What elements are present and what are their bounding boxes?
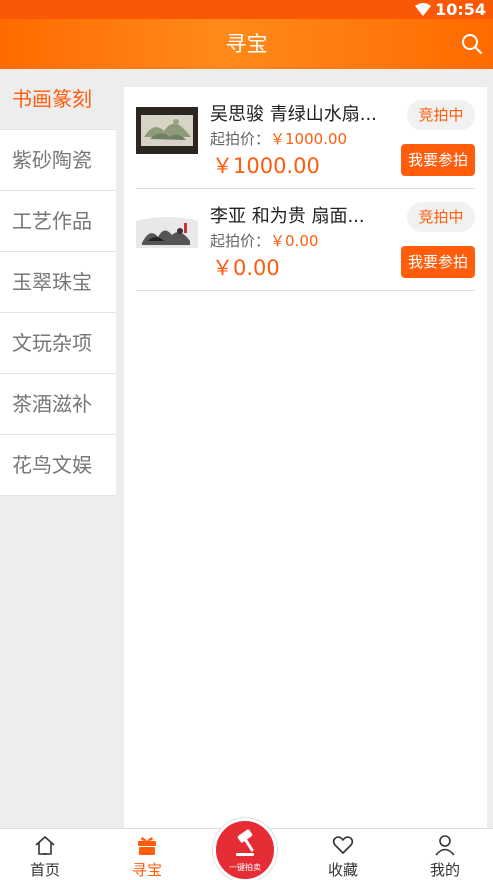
sidebar-item-calligraphy[interactable]: 书画篆刻: [0, 69, 116, 130]
tab-label: 寻宝: [131, 861, 162, 879]
status-badge: 竞拍中: [407, 100, 475, 130]
sidebar-item-crafts[interactable]: 工艺作品: [0, 191, 116, 252]
sidebar-item-jewelry[interactable]: 玉翠珠宝: [0, 252, 116, 313]
join-bid-button[interactable]: 我要参拍: [401, 246, 475, 278]
tab-favorites[interactable]: 收藏: [303, 829, 383, 880]
lot-thumbnail[interactable]: [136, 217, 198, 248]
status-bar: 10:54: [0, 0, 493, 19]
list-item[interactable]: 李亚 和为贵 扇面... 起拍价：￥0.00 ￥0.00 竞拍中 我要参拍: [136, 189, 475, 291]
sidebar-item-flowers-birds[interactable]: 花鸟文娱: [0, 435, 116, 496]
lot-current-price: ￥0.00: [212, 256, 280, 280]
lot-start-price-row: 起拍价：￥1000.00: [210, 128, 347, 149]
search-icon[interactable]: [461, 33, 483, 55]
category-sidebar: 书画篆刻 紫砂陶瓷 工艺作品 玉翠珠宝 文玩杂项 茶酒滋补 花鸟文娱: [0, 69, 116, 496]
start-price-label: 起拍价：: [210, 232, 271, 250]
user-icon: [435, 835, 455, 856]
join-bid-button[interactable]: 我要参拍: [401, 144, 475, 176]
wifi-icon: [415, 3, 431, 16]
lot-start-price-row: 起拍价：￥0.00: [210, 230, 318, 251]
sidebar-item-ceramics[interactable]: 紫砂陶瓷: [0, 130, 116, 191]
start-price-label: 起拍价：: [210, 130, 271, 148]
lot-name[interactable]: 吴思骏 青绿山水扇...: [210, 100, 377, 126]
status-badge: 竞拍中: [407, 202, 475, 232]
sidebar-item-curios[interactable]: 文玩杂项: [0, 313, 116, 374]
list-item[interactable]: 吴思骏 青绿山水扇... 起拍价：￥1000.00 ￥1000.00 竞拍中 我…: [136, 87, 475, 189]
gavel-icon: [236, 829, 254, 856]
status-time: 10:54: [435, 0, 486, 19]
page-title: 寻宝: [225, 32, 268, 56]
content-top-gap: [124, 69, 487, 87]
tab-treasure[interactable]: 寻宝: [107, 829, 187, 880]
tab-label: 我的: [429, 861, 460, 879]
lot-name[interactable]: 李亚 和为贵 扇面...: [210, 202, 365, 228]
content-right-gap: [487, 69, 493, 828]
tab-home[interactable]: 首页: [5, 829, 85, 880]
lot-current-price: ￥1000.00: [212, 154, 320, 178]
tab-label: 收藏: [327, 861, 358, 879]
tab-label: 首页: [29, 861, 60, 879]
lot-thumbnail[interactable]: [136, 107, 198, 154]
lot-list: 吴思骏 青绿山水扇... 起拍价：￥1000.00 ￥1000.00 竞拍中 我…: [124, 87, 487, 828]
heart-icon: [332, 836, 354, 854]
one-click-auction-button[interactable]: 一键拍卖: [213, 818, 277, 880]
header: 寻宝: [0, 19, 493, 69]
start-price-value: ￥0.00: [270, 232, 319, 250]
start-price-value: ￥1000.00: [270, 130, 348, 148]
home-icon: [35, 836, 55, 855]
sidebar-item-tea-wine[interactable]: 茶酒滋补: [0, 374, 116, 435]
gift-icon: [138, 837, 156, 855]
center-button-label: 一键拍卖: [229, 863, 261, 872]
tab-mine[interactable]: 我的: [405, 829, 485, 880]
